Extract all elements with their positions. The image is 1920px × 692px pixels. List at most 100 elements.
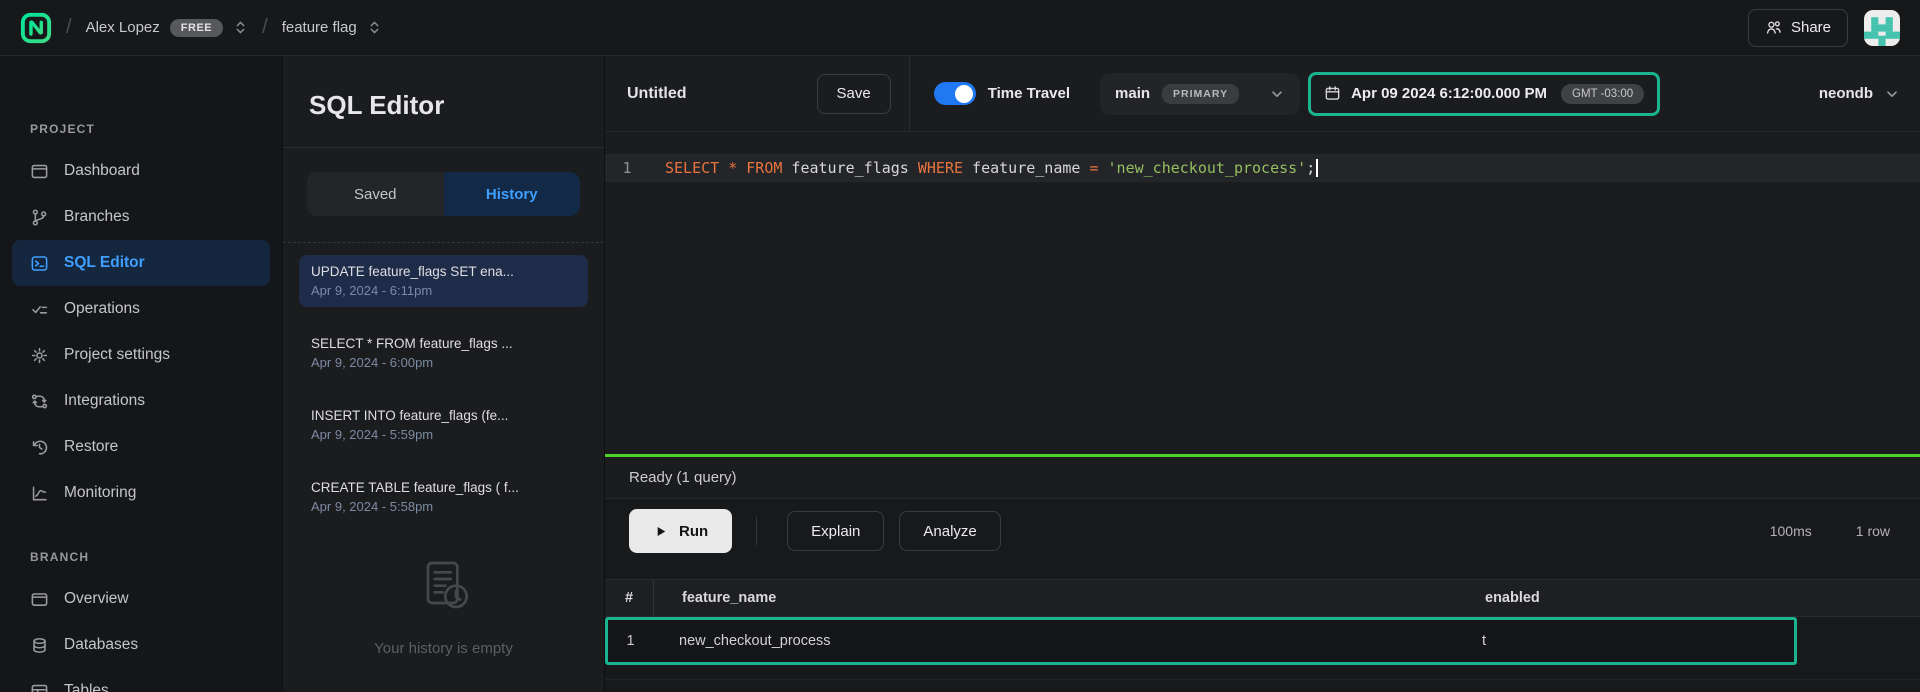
- code-tokens: SELECT * FROM feature_flags WHERE featur…: [665, 159, 1315, 177]
- row-count: 1 row: [1856, 523, 1890, 539]
- history-query: SELECT * FROM feature_flags ...: [311, 336, 576, 351]
- divider: [283, 242, 604, 243]
- sidebar-item[interactable]: Project settings: [12, 332, 270, 378]
- project-selector-icon[interactable]: [367, 20, 382, 35]
- toggle-knob: [955, 85, 973, 103]
- sidebar-item[interactable]: Tables: [12, 668, 270, 692]
- monitoring-icon: [30, 484, 49, 503]
- history-empty-state: Your history is empty: [283, 555, 604, 657]
- neon-logo-icon[interactable]: [20, 12, 52, 44]
- history-query: UPDATE feature_flags SET ena...: [311, 264, 576, 279]
- sidebar-item[interactable]: Dashboard: [12, 148, 270, 194]
- timezone-badge: GMT -03:00: [1561, 84, 1644, 104]
- run-button[interactable]: Run: [629, 509, 732, 553]
- primary-badge: PRIMARY: [1162, 84, 1239, 104]
- sidebar-item-label: Branches: [64, 208, 129, 226]
- line-number: 1: [605, 159, 649, 177]
- top-bar: / Alex Lopez FREE / feature flag Share: [0, 0, 1920, 56]
- history-date: Apr 9, 2024 - 5:58pm: [311, 499, 576, 514]
- databases-icon: [30, 636, 49, 655]
- share-button[interactable]: Share: [1748, 9, 1848, 47]
- breadcrumb-project[interactable]: feature flag: [282, 19, 382, 36]
- people-icon: [1765, 19, 1782, 36]
- results-table: # feature_name enabled 1 new_checkout_pr…: [605, 563, 1920, 692]
- sidebar-item[interactable]: SQL Editor: [12, 240, 270, 286]
- restore-icon: [30, 438, 49, 457]
- breadcrumb-separator: /: [66, 16, 72, 39]
- branches-icon: [30, 208, 49, 227]
- table-row[interactable]: 1 new_checkout_process t: [605, 617, 1797, 665]
- operations-icon: [30, 300, 49, 319]
- history-item[interactable]: INSERT INTO feature_flags (fe... Apr 9, …: [299, 399, 588, 451]
- tab[interactable]: History: [444, 172, 581, 216]
- sidebar-item-label: Tables: [64, 682, 109, 692]
- history-item[interactable]: UPDATE feature_flags SET ena... Apr 9, 2…: [299, 255, 588, 307]
- plan-badge: FREE: [170, 19, 223, 37]
- column-header-enabled: enabled: [1485, 590, 1920, 606]
- sidebar-item[interactable]: Overview: [12, 576, 270, 622]
- sql-editor-icon: [30, 254, 49, 273]
- code-line[interactable]: 1 SELECT * FROM feature_flags WHERE feat…: [605, 154, 1920, 182]
- sidebar: PROJECT Dashboard Branches SQ: [0, 56, 282, 692]
- status-bar: Ready (1 query): [605, 457, 1920, 499]
- sidebar-item[interactable]: Branches: [12, 194, 270, 240]
- sidebar-branch-list: Overview Databases Tables: [0, 576, 282, 692]
- editor-main: Untitled Save Time Travel main PRIMARY A…: [604, 56, 1920, 692]
- code-token: feature_flags: [782, 159, 917, 177]
- sidebar-heading-branch: BRANCH: [30, 550, 282, 564]
- share-label: Share: [1791, 19, 1831, 36]
- branch-name: main: [1115, 85, 1150, 102]
- time-travel-toggle[interactable]: [934, 82, 976, 105]
- editor-header: Untitled Save Time Travel main PRIMARY A…: [605, 56, 1920, 132]
- document-clock-icon: [412, 555, 476, 619]
- breadcrumb-org[interactable]: Alex Lopez FREE: [86, 19, 249, 37]
- history-date: Apr 9, 2024 - 6:11pm: [311, 283, 576, 298]
- sidebar-item[interactable]: Databases: [12, 622, 270, 668]
- project-name: feature flag: [282, 19, 357, 36]
- gear-icon: [30, 346, 49, 365]
- database-dropdown[interactable]: neondb: [1819, 85, 1920, 102]
- analyze-button[interactable]: Analyze: [899, 511, 1000, 551]
- cell-index: 1: [608, 633, 653, 649]
- sidebar-item-label: Integrations: [64, 392, 145, 410]
- run-label: Run: [679, 523, 708, 540]
- sidebar-heading-project: PROJECT: [30, 122, 282, 136]
- history-item[interactable]: CREATE TABLE feature_flags ( f... Apr 9,…: [299, 471, 588, 523]
- avatar[interactable]: [1864, 10, 1900, 46]
- sidebar-item[interactable]: Restore: [12, 424, 270, 470]
- divider: [909, 56, 910, 131]
- history-list: UPDATE feature_flags SET ena... Apr 9, 2…: [283, 255, 604, 543]
- code-token: [737, 159, 746, 177]
- org-name: Alex Lopez: [86, 19, 160, 36]
- history-item[interactable]: SELECT * FROM feature_flags ... Apr 9, 2…: [299, 327, 588, 379]
- sidebar-project-list: Dashboard Branches SQL Editor Op: [0, 148, 282, 516]
- integrations-icon: [30, 392, 49, 411]
- tab[interactable]: Saved: [307, 172, 444, 216]
- query-meta: 100ms 1 row: [1770, 523, 1920, 539]
- sql-editor-panel: SQL Editor Saved History UPDATE feature_…: [282, 56, 604, 692]
- branch-dropdown[interactable]: main PRIMARY: [1100, 73, 1300, 115]
- chevron-down-icon: [1269, 86, 1285, 102]
- sidebar-item-label: Operations: [64, 300, 140, 318]
- column-header-feature-name: feature_name: [653, 580, 1485, 616]
- divider: [605, 679, 1920, 680]
- sidebar-item-label: Restore: [64, 438, 118, 456]
- code-token: WHERE: [918, 159, 963, 177]
- sidebar-item[interactable]: Monitoring: [12, 470, 270, 516]
- query-tab-title: Untitled: [627, 85, 687, 103]
- time-travel-datetime-picker[interactable]: Apr 09 2024 6:12:00.000 PM GMT -03:00: [1308, 72, 1660, 116]
- divider: [756, 517, 757, 545]
- org-selector-icon[interactable]: [233, 20, 248, 35]
- explain-button[interactable]: Explain: [787, 511, 884, 551]
- status-text: Ready (1 query): [629, 469, 737, 486]
- database-name: neondb: [1819, 85, 1873, 102]
- code-token: =: [1089, 159, 1098, 177]
- tables-icon: [30, 682, 49, 692]
- cell-enabled: t: [1482, 633, 1794, 649]
- sql-code-editor[interactable]: 1 SELECT * FROM feature_flags WHERE feat…: [605, 132, 1920, 454]
- save-button[interactable]: Save: [817, 74, 891, 114]
- sidebar-item[interactable]: Operations: [12, 286, 270, 332]
- datetime-value: Apr 09 2024 6:12:00.000 PM: [1351, 85, 1547, 102]
- saved-history-tabs: Saved History: [307, 172, 580, 216]
- sidebar-item[interactable]: Integrations: [12, 378, 270, 424]
